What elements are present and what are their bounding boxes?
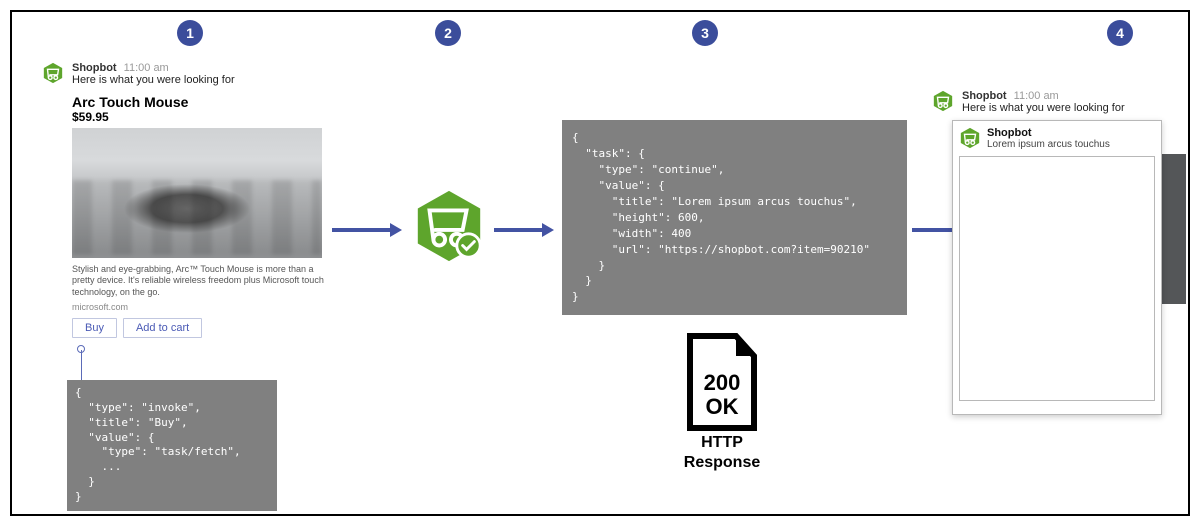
bot-header: Shopbot 11:00 am Here is what you were l…	[42, 62, 342, 86]
task-continue-code: { "task": { "type": "continue", "value":…	[562, 120, 907, 315]
product-domain: microsoft.com	[72, 302, 342, 312]
bot-message-4: Here is what you were looking for	[962, 102, 1125, 114]
product-image	[72, 128, 322, 258]
invoke-payload-code: { "type": "invoke", "title": "Buy", "val…	[67, 380, 277, 511]
bot-name-4: Shopbot	[962, 90, 1007, 102]
bot-header-4: Shopbot 11:00 am Here is what you were l…	[932, 90, 1192, 114]
add-to-cart-button[interactable]: Add to cart	[123, 318, 202, 338]
svg-text:200: 200	[704, 370, 741, 395]
bot-service-icon	[410, 187, 488, 265]
step-badge-3: 3	[692, 20, 718, 46]
product-title: Arc Touch Mouse	[72, 94, 342, 110]
http-label-2: Response	[642, 454, 802, 472]
task-module-subtitle: Lorem ipsum arcus touchus	[987, 139, 1110, 150]
step-badge-4: 4	[1107, 20, 1133, 46]
product-description: Stylish and eye-grabbing, Arc™ Touch Mou…	[72, 264, 332, 298]
task-module-bot-icon	[959, 127, 981, 149]
bot-avatar-icon	[42, 62, 64, 84]
chat-card-step1: Shopbot 11:00 am Here is what you were l…	[42, 62, 342, 338]
http-label-1: HTTP	[642, 434, 802, 452]
svg-text:OK: OK	[706, 394, 739, 419]
step-badge-2: 2	[435, 20, 461, 46]
bot-avatar-icon-4	[932, 90, 954, 112]
diagram-canvas: 1 2 3 4 Shopbot 11:00 am Here is what yo…	[10, 10, 1190, 516]
bot-timestamp: 11:00 am	[124, 62, 169, 74]
arrow-1	[332, 220, 402, 245]
step-badge-1: 1	[177, 20, 203, 46]
bot-name: Shopbot	[72, 62, 117, 74]
task-module-body[interactable]	[959, 156, 1155, 401]
task-module-header: Shopbot Lorem ipsum arcus touchus	[959, 127, 1155, 150]
bot-timestamp-4: 11:00 am	[1014, 90, 1059, 102]
arrow-2	[494, 220, 554, 245]
task-module-dialog[interactable]: Shopbot Lorem ipsum arcus touchus	[952, 120, 1162, 415]
bot-message: Here is what you were looking for	[72, 74, 235, 86]
task-module-title: Shopbot	[987, 127, 1110, 139]
buy-button[interactable]: Buy	[72, 318, 117, 338]
product-price: $59.95	[72, 110, 342, 124]
http-response: 200 OK HTTP Response	[642, 332, 802, 471]
card-actions: Buy Add to cart	[72, 318, 342, 338]
connector-line	[81, 350, 82, 381]
